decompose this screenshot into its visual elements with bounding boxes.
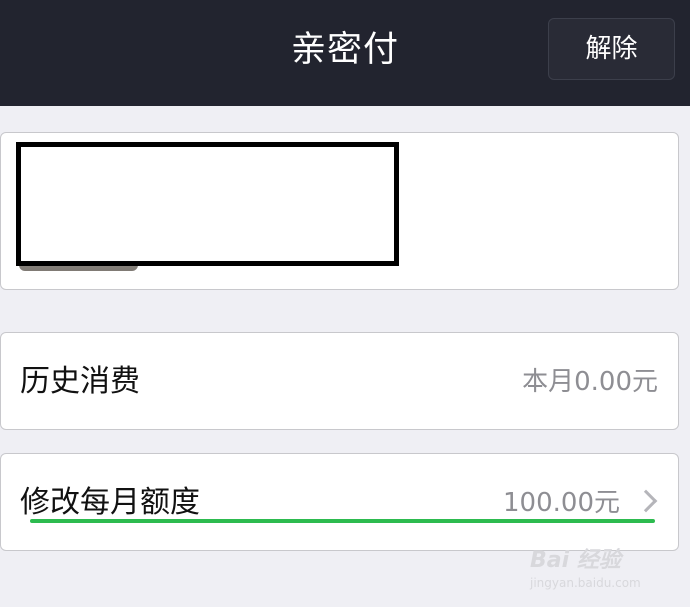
watermark-url: jingyan.baidu.com [530, 576, 641, 590]
monthly-limit-label: 修改每月额度 [20, 485, 200, 520]
chevron-right-icon [634, 489, 658, 513]
history-spending-row[interactable]: 历史消费 本月0.00元 [0, 332, 679, 430]
highlight-underline [30, 519, 655, 523]
top-bar: 亲密付 解除 [0, 0, 690, 106]
watermark-logo: Bai 经验 [530, 548, 621, 573]
redaction-box [16, 142, 399, 266]
history-spending-label: 历史消费 [20, 364, 140, 399]
history-spending-value: 本月0.00元 [522, 367, 658, 397]
baidu-watermark: Bai 经验 jingyan.baidu.com [530, 530, 680, 600]
unbind-button[interactable]: 解除 [548, 18, 675, 80]
